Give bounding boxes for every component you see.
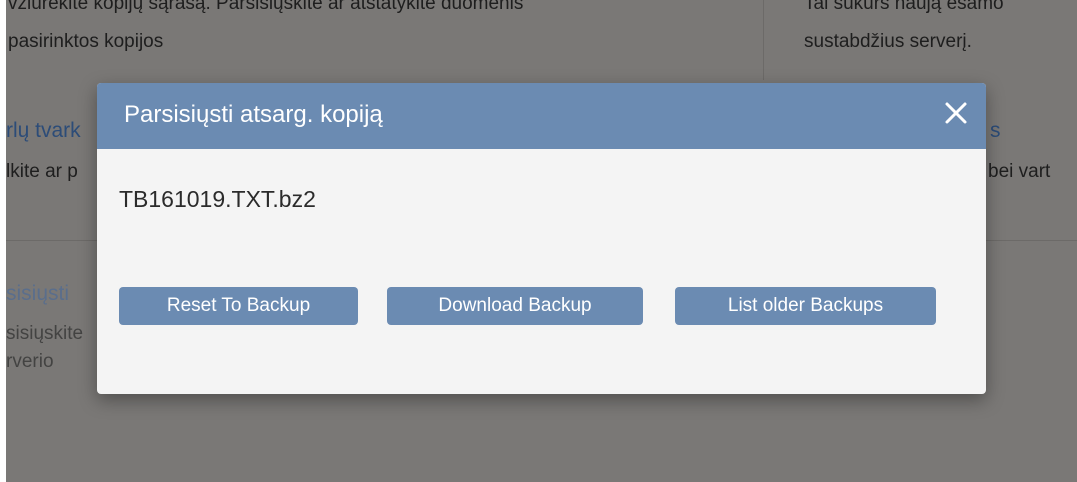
page-left-edge: [0, 0, 6, 482]
column-divider: [763, 0, 764, 80]
download-backup-dialog: Parsisiųsti atsarg. kopiją TB161019.TXT.…: [97, 83, 986, 394]
close-icon[interactable]: [940, 97, 972, 129]
bg-bottom-left-desc1: sisiųskite: [6, 323, 84, 344]
bg-mid-left-title: rlų tvark: [6, 119, 81, 142]
bg-bottom-left-title: sisiųsti: [6, 282, 70, 305]
dialog-body: TB161019.TXT.bz2 Reset To Backup Downloa…: [97, 149, 986, 394]
bg-bottom-left-desc2: rverio: [6, 351, 54, 372]
list-older-backups-button[interactable]: List older Backups: [675, 287, 936, 325]
bg-top-right-line1: Tai sukurs naują esamo: [804, 0, 1004, 14]
download-backup-button[interactable]: Download Backup: [387, 287, 643, 325]
reset-to-backup-button[interactable]: Reset To Backup: [119, 287, 358, 325]
bg-mid-right-title: s: [990, 119, 1001, 142]
bg-top-left-line1: vziūrėkite kopijų sąrašą. Parsisiųskite …: [8, 0, 524, 14]
bg-mid-left-desc: lkite ar p: [6, 161, 78, 182]
bg-mid-right-desc: bei vart: [988, 161, 1051, 182]
bg-top-left-line2: pasirinktos kopijos: [8, 31, 164, 52]
dialog-header: Parsisiųsti atsarg. kopiją: [97, 83, 986, 149]
dialog-title: Parsisiųsti atsarg. kopiją: [124, 101, 383, 128]
bg-top-right-line2: sustabdžius serverį.: [804, 31, 972, 52]
backup-filename: TB161019.TXT.bz2: [119, 186, 316, 212]
